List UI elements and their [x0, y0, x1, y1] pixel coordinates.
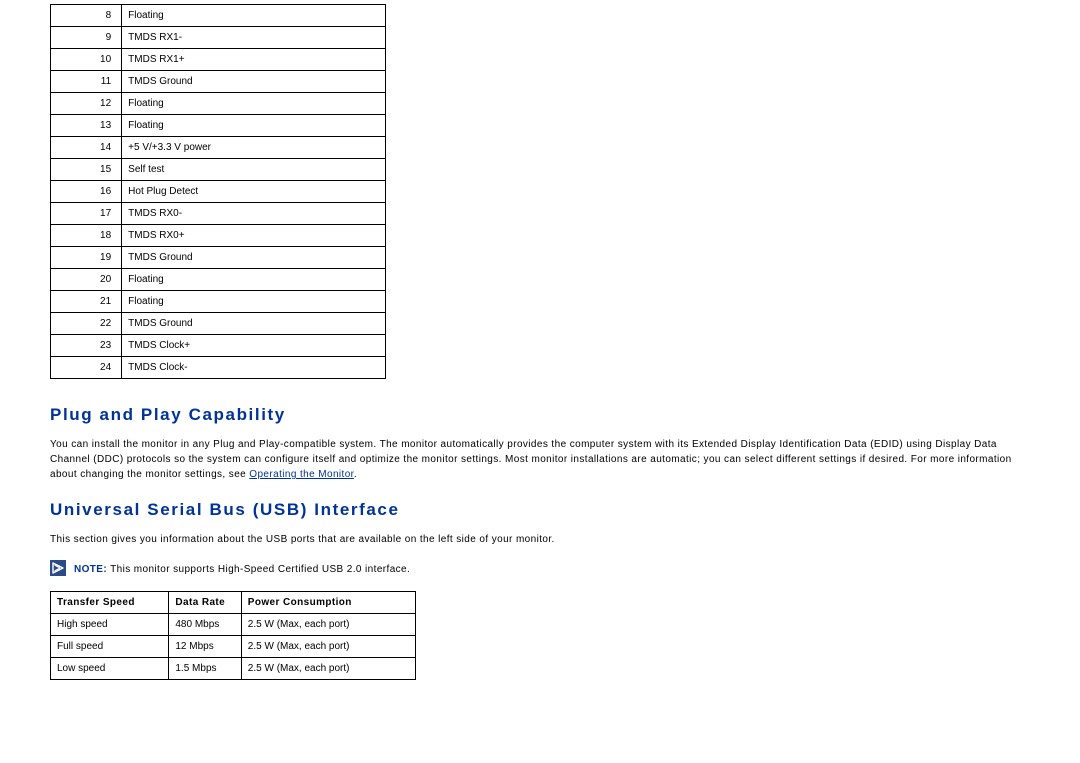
pin-number-cell: 23 — [51, 335, 122, 357]
pin-desc-cell: TMDS Ground — [122, 71, 386, 93]
table-row: 8Floating — [51, 5, 386, 27]
usb-intro-text: This section gives you information about… — [50, 532, 1030, 547]
usb-table-header-row: Transfer Speed Data Rate Power Consumpti… — [51, 592, 416, 614]
usb-speed-table: Transfer Speed Data Rate Power Consumpti… — [50, 591, 416, 680]
table-row: 19TMDS Ground — [51, 247, 386, 269]
pin-number-cell: 22 — [51, 313, 122, 335]
page-container: 8Floating9TMDS RX1-10TMDS RX1+11TMDS Gro… — [0, 0, 1080, 763]
note-text: This monitor supports High-Speed Certifi… — [107, 564, 410, 575]
note-content: NOTE: This monitor supports High-Speed C… — [74, 559, 410, 577]
pin-number-cell: 19 — [51, 247, 122, 269]
pin-assignment-table: 8Floating9TMDS RX1-10TMDS RX1+11TMDS Gro… — [50, 4, 386, 379]
pin-number-cell: 15 — [51, 159, 122, 181]
table-row: 21Floating — [51, 291, 386, 313]
plug-and-play-body: You can install the monitor in any Plug … — [50, 437, 1030, 482]
pin-desc-cell: +5 V/+3.3 V power — [122, 137, 386, 159]
pin-desc-cell: Self test — [122, 159, 386, 181]
pin-desc-cell: Hot Plug Detect — [122, 181, 386, 203]
table-row: 17TMDS RX0- — [51, 203, 386, 225]
pin-desc-cell: Floating — [122, 93, 386, 115]
pin-desc-cell: TMDS RX0+ — [122, 225, 386, 247]
table-row: 22TMDS Ground — [51, 313, 386, 335]
pin-number-cell: 16 — [51, 181, 122, 203]
pin-number-cell: 10 — [51, 49, 122, 71]
usb-col-rate-header: Data Rate — [169, 592, 241, 614]
pin-desc-cell: TMDS Ground — [122, 313, 386, 335]
table-row: 10TMDS RX1+ — [51, 49, 386, 71]
pin-number-cell: 20 — [51, 269, 122, 291]
operating-monitor-link[interactable]: Operating the Monitor — [249, 469, 354, 480]
pin-desc-cell: Floating — [122, 291, 386, 313]
usb-power-cell: 2.5 W (Max, each port) — [241, 614, 415, 636]
pin-table-body: 8Floating9TMDS RX1-10TMDS RX1+11TMDS Gro… — [51, 5, 386, 379]
note-label: NOTE: — [74, 564, 107, 575]
table-row: 13Floating — [51, 115, 386, 137]
pin-desc-cell: TMDS Clock+ — [122, 335, 386, 357]
usb-speed-cell: Full speed — [51, 636, 169, 658]
table-row: Low speed1.5 Mbps2.5 W (Max, each port) — [51, 658, 416, 680]
pin-desc-cell: TMDS Clock- — [122, 357, 386, 379]
pin-number-cell: 13 — [51, 115, 122, 137]
pin-desc-cell: TMDS RX0- — [122, 203, 386, 225]
pin-number-cell: 11 — [51, 71, 122, 93]
usb-power-cell: 2.5 W (Max, each port) — [241, 636, 415, 658]
usb-col-power-header: Power Consumption — [241, 592, 415, 614]
pin-number-cell: 18 — [51, 225, 122, 247]
table-row: 20Floating — [51, 269, 386, 291]
pin-number-cell: 24 — [51, 357, 122, 379]
usb-speed-cell: Low speed — [51, 658, 169, 680]
table-row: 16Hot Plug Detect — [51, 181, 386, 203]
plug-play-text-post: . — [354, 469, 357, 480]
usb-speed-cell: High speed — [51, 614, 169, 636]
note-icon — [50, 560, 66, 576]
pin-number-cell: 9 — [51, 27, 122, 49]
usb-note-row: NOTE: This monitor supports High-Speed C… — [50, 559, 1030, 577]
table-row: 11TMDS Ground — [51, 71, 386, 93]
pin-desc-cell: TMDS RX1+ — [122, 49, 386, 71]
table-row: 12Floating — [51, 93, 386, 115]
plug-play-text-pre: You can install the monitor in any Plug … — [50, 439, 1012, 480]
usb-col-speed-header: Transfer Speed — [51, 592, 169, 614]
table-row: High speed480 Mbps2.5 W (Max, each port) — [51, 614, 416, 636]
pin-number-cell: 21 — [51, 291, 122, 313]
usb-power-cell: 2.5 W (Max, each port) — [241, 658, 415, 680]
usb-interface-heading: Universal Serial Bus (USB) Interface — [50, 500, 1030, 520]
plug-and-play-heading: Plug and Play Capability — [50, 405, 1030, 425]
pin-number-cell: 14 — [51, 137, 122, 159]
table-row: 23TMDS Clock+ — [51, 335, 386, 357]
pin-desc-cell: TMDS Ground — [122, 247, 386, 269]
pin-desc-cell: Floating — [122, 5, 386, 27]
table-row: 9TMDS RX1- — [51, 27, 386, 49]
usb-rate-cell: 12 Mbps — [169, 636, 241, 658]
table-row: 18TMDS RX0+ — [51, 225, 386, 247]
pin-desc-cell: TMDS RX1- — [122, 27, 386, 49]
usb-table-body: High speed480 Mbps2.5 W (Max, each port)… — [51, 614, 416, 680]
pin-desc-cell: Floating — [122, 269, 386, 291]
table-row: 24TMDS Clock- — [51, 357, 386, 379]
usb-rate-cell: 1.5 Mbps — [169, 658, 241, 680]
table-row: 14+5 V/+3.3 V power — [51, 137, 386, 159]
pin-number-cell: 17 — [51, 203, 122, 225]
usb-rate-cell: 480 Mbps — [169, 614, 241, 636]
pin-number-cell: 12 — [51, 93, 122, 115]
pin-number-cell: 8 — [51, 5, 122, 27]
pin-desc-cell: Floating — [122, 115, 386, 137]
table-row: 15Self test — [51, 159, 386, 181]
table-row: Full speed12 Mbps2.5 W (Max, each port) — [51, 636, 416, 658]
